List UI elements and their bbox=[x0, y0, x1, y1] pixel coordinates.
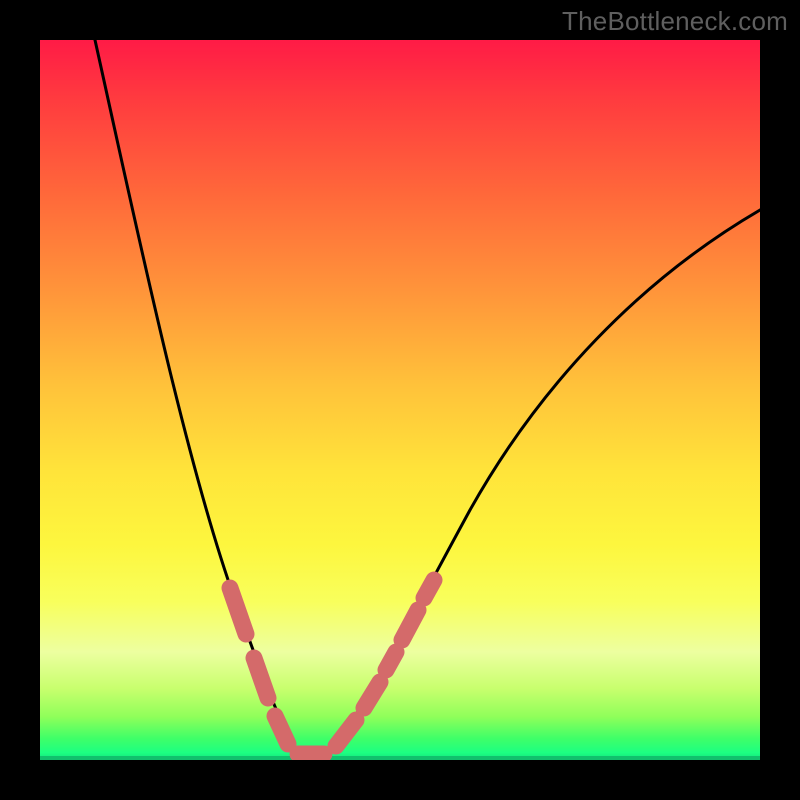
seg-l2 bbox=[254, 658, 268, 698]
seg-r1 bbox=[336, 720, 356, 746]
watermark-text: TheBottleneck.com bbox=[562, 6, 788, 37]
seg-l1 bbox=[230, 588, 246, 634]
seg-r2 bbox=[364, 682, 380, 708]
seg-r3 bbox=[386, 652, 396, 670]
plot-area bbox=[40, 40, 760, 760]
seg-l3 bbox=[275, 716, 288, 744]
seg-r5 bbox=[424, 580, 434, 598]
curve-left-arm bbox=[95, 40, 295, 750]
chart-frame: TheBottleneck.com bbox=[0, 0, 800, 800]
seg-r4 bbox=[402, 610, 418, 640]
curve-svg bbox=[40, 40, 760, 760]
highlight-segments bbox=[230, 580, 434, 754]
